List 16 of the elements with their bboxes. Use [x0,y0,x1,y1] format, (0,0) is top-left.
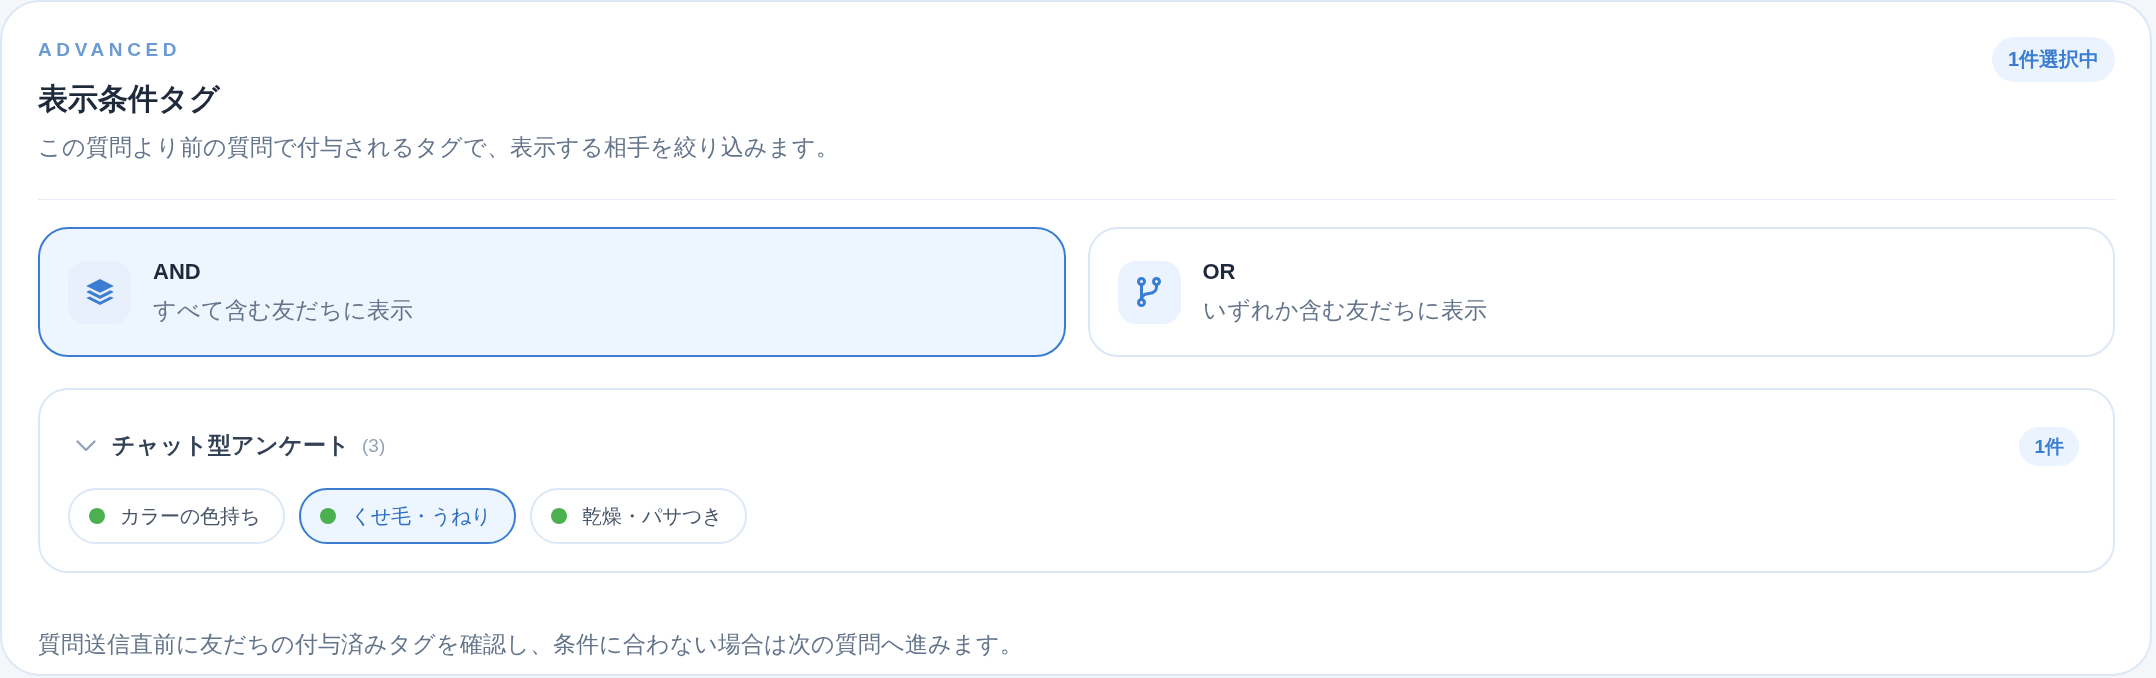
tag-chip[interactable]: カラーの色持ち [68,488,285,544]
tag-chip[interactable]: 乾燥・パサつき [530,488,747,544]
group-title: チャット型アンケート [112,432,350,460]
footer-note: 質問送信直前に友だちの付与済みタグを確認し、条件に合わない場合は次の質問へ進みます。 [38,630,1024,659]
section-eyebrow: ADVANCED [38,38,183,62]
selection-count-badge: 1件選択中 [1991,37,2115,82]
chevron-icon[interactable] [76,440,96,452]
section-description: この質問より前の質問で付与されるタグで、表示する相手を絞り込みます。 [38,134,839,162]
branch-icon [1117,260,1181,324]
tag-chip[interactable]: くせ毛・うねり [299,488,516,544]
layers-icon [68,260,131,324]
group-count: (3) [362,434,386,458]
match-mode-option[interactable]: AND すべて含む友だちに表示 [38,227,1066,357]
group-selected-badge: 1件 [2019,426,2079,466]
match-mode-option[interactable]: OR いずれか含む友だちに表示 [1087,227,2115,357]
section-title: 表示条件タグ [38,81,221,117]
